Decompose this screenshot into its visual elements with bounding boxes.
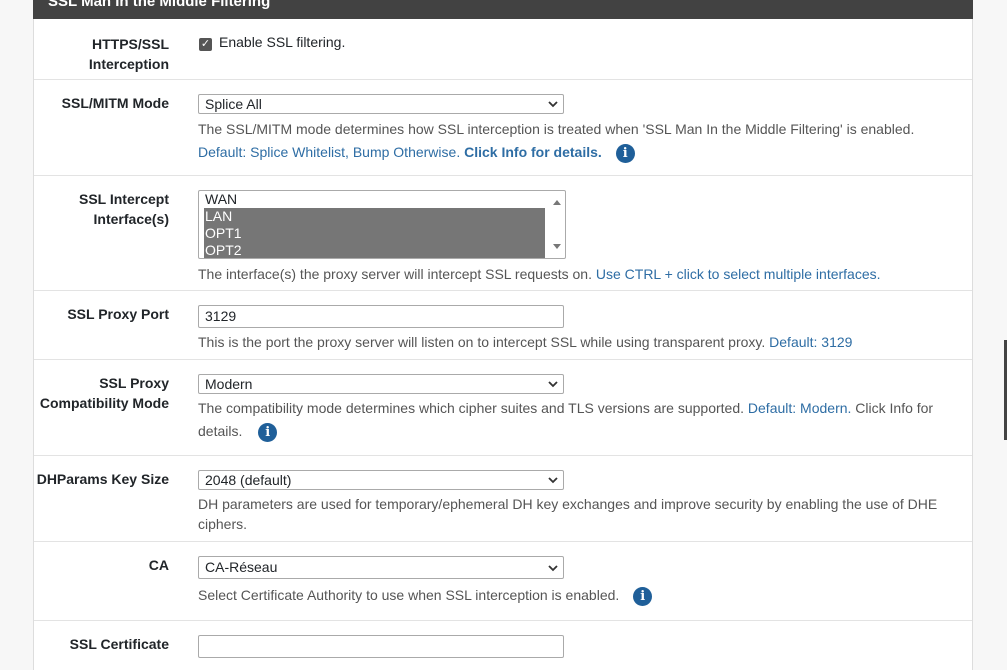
- info-icon[interactable]: i: [615, 143, 635, 163]
- chevron-down-icon: [548, 101, 558, 108]
- dhparams-help-2: ciphers.: [198, 516, 248, 532]
- chevron-down-icon: [548, 565, 558, 572]
- label-line: Interface(s): [93, 211, 169, 227]
- https-ssl-label: HTTPS/SSL Interception: [29, 34, 169, 74]
- mitm-mode-info-link[interactable]: Click Info for details.: [464, 144, 602, 160]
- chevron-down-icon: [548, 381, 558, 388]
- mitm-mode-default: Default: Splice Whitelist, Bump Otherwis…: [198, 144, 461, 160]
- ssl-certificate-label: SSL Certificate: [69, 636, 169, 652]
- mitm-mode-select[interactable]: Splice All: [198, 94, 564, 114]
- enable-ssl-filtering-checkbox[interactable]: ✓: [199, 38, 212, 51]
- checkmark-icon: ✓: [200, 38, 211, 50]
- label-line: SSL Proxy: [99, 375, 169, 391]
- dhparams-select[interactable]: 2048 (default): [198, 470, 564, 490]
- dhparams-value: 2048 (default): [205, 472, 292, 488]
- proxy-port-input[interactable]: 3129: [198, 305, 564, 328]
- section-title: SSL Man In the Middle Filtering: [48, 0, 271, 10]
- compat-mode-info-text-2: details.: [198, 423, 243, 439]
- intercept-interfaces-listbox[interactable]: WAN LAN OPT1 OPT2: [198, 190, 566, 259]
- interface-option-wan[interactable]: WAN: [205, 191, 545, 208]
- ca-label: CA: [148, 557, 169, 573]
- row-compat-mode: SSL Proxy Compatibility Mode Modern The …: [34, 360, 972, 456]
- label-line: Compatibility Mode: [39, 395, 169, 411]
- scroll-up-arrow-icon[interactable]: [552, 198, 562, 208]
- proxy-port-help: This is the port the proxy server will l…: [198, 334, 766, 350]
- ssl-certificate-select[interactable]: [198, 635, 564, 658]
- enable-ssl-filtering-label: Enable SSL filtering.: [219, 34, 346, 50]
- proxy-port-label: SSL Proxy Port: [67, 306, 169, 322]
- row-https-ssl: HTTPS/SSL Interception ✓ Enable SSL filt…: [34, 19, 972, 80]
- ca-value: CA-Réseau: [205, 559, 278, 575]
- compat-mode-label: SSL Proxy Compatibility Mode: [29, 373, 169, 413]
- proxy-port-value: 3129: [205, 308, 237, 324]
- compat-mode-help: The compatibility mode determines which …: [198, 400, 745, 416]
- intercept-interfaces-help: The interface(s) the proxy server will i…: [198, 266, 592, 282]
- row-mitm-mode: SSL/MITM Mode Splice All The SSL/MITM mo…: [34, 80, 972, 176]
- ca-select[interactable]: CA-Réseau: [198, 556, 564, 579]
- row-proxy-port: SSL Proxy Port 3129 This is the port the…: [34, 291, 972, 360]
- info-icon[interactable]: i: [633, 586, 653, 606]
- label-line: HTTPS/SSL: [91, 36, 169, 52]
- chevron-down-icon: [548, 477, 558, 484]
- info-icon[interactable]: i: [258, 422, 278, 442]
- row-ca: CA CA-Réseau Select Certificate Authorit…: [34, 542, 972, 621]
- mitm-mode-label: SSL/MITM Mode: [61, 95, 169, 111]
- row-dhparams: DHParams Key Size 2048 (default) DH para…: [34, 456, 972, 542]
- mitm-mode-value: Splice All: [205, 96, 262, 112]
- dhparams-label: DHParams Key Size: [36, 471, 169, 487]
- intercept-interfaces-hint: Use CTRL + click to select multiple inte…: [595, 266, 881, 282]
- intercept-interfaces-label: SSL Intercept Interface(s): [29, 189, 169, 229]
- row-ssl-certificate: SSL Certificate: [34, 621, 972, 661]
- dhparams-help: DH parameters are used for temporary/eph…: [198, 496, 938, 512]
- label-line: Interception: [88, 56, 169, 72]
- row-intercept-interfaces: SSL Intercept Interface(s) WAN LAN OPT1 …: [34, 176, 972, 291]
- compat-mode-info-text: Click Info for: [855, 400, 934, 416]
- interface-option-opt1[interactable]: OPT1: [204, 225, 545, 242]
- mitm-mode-help: The SSL/MITM mode determines how SSL int…: [198, 121, 915, 137]
- compat-mode-select[interactable]: Modern: [198, 374, 564, 394]
- scroll-down-arrow-icon[interactable]: [552, 241, 562, 251]
- label-line: SSL Intercept: [79, 191, 169, 207]
- proxy-port-default: Default: 3129: [769, 334, 853, 350]
- interface-option-lan[interactable]: LAN: [204, 208, 545, 225]
- section-header: SSL Man In the Middle Filtering: [33, 0, 973, 19]
- compat-mode-default: Default: Modern.: [747, 400, 852, 416]
- compat-mode-value: Modern: [205, 376, 253, 392]
- ca-help: Select Certificate Authority to use when…: [198, 587, 620, 603]
- interface-option-opt2[interactable]: OPT2: [204, 242, 545, 258]
